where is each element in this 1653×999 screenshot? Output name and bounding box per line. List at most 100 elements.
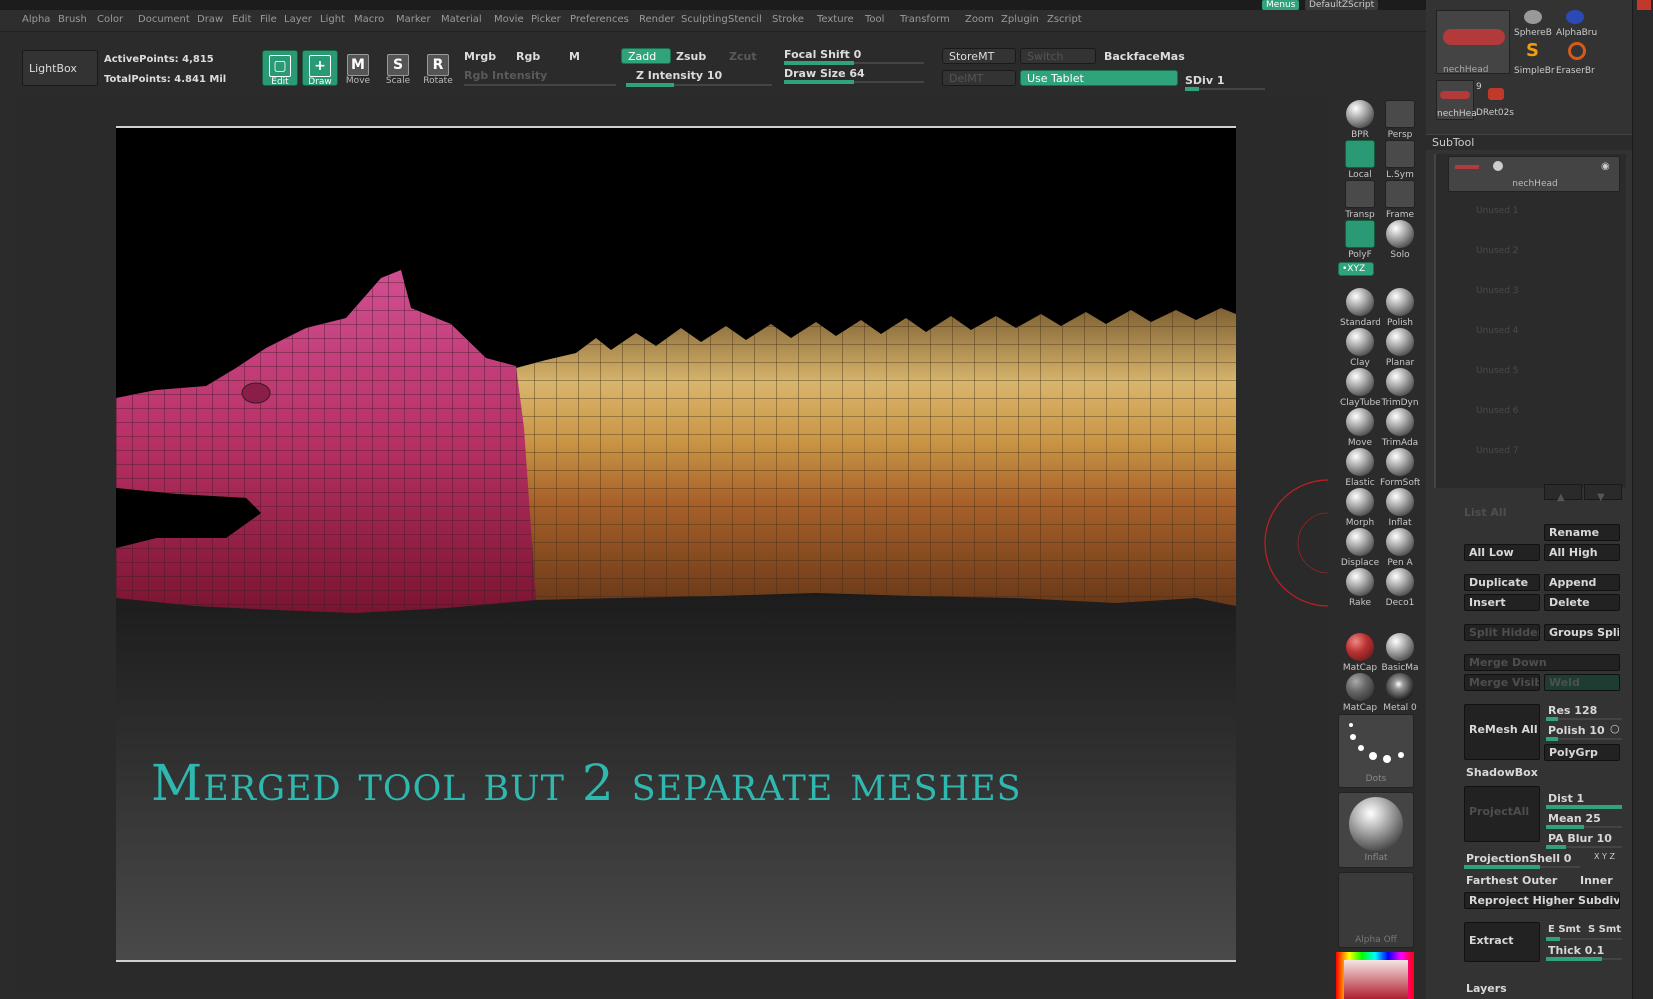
split-hidden-button[interactable]: Split Hidden — [1464, 624, 1540, 641]
brush-standard[interactable]: Standard — [1340, 288, 1380, 328]
duplicate-button[interactable]: Duplicate — [1464, 574, 1540, 591]
tool-thumbnail-eraserbrush[interactable]: EraserBr — [1556, 40, 1596, 76]
rgb-button[interactable]: Rgb — [516, 50, 540, 63]
switch-button[interactable]: Switch — [1020, 48, 1096, 64]
menu-marker[interactable]: Marker — [396, 14, 431, 25]
brush-displace[interactable]: Displace — [1340, 528, 1380, 568]
menu-stroke[interactable]: Stroke — [772, 14, 804, 25]
frame-button[interactable]: Frame — [1380, 180, 1420, 220]
menu-color[interactable]: Color — [97, 14, 123, 25]
menu-document[interactable]: Document — [138, 14, 190, 25]
mean-track[interactable] — [1546, 825, 1622, 829]
farthest-button[interactable]: Farthest — [1466, 874, 1518, 887]
brush-rake[interactable]: Rake — [1340, 568, 1380, 608]
use-tablet-toggle[interactable]: Use Tablet — [1020, 70, 1178, 86]
tool-thumbnail-simplebrush[interactable]: S SimpleBr — [1514, 40, 1555, 76]
smooth-track[interactable] — [1546, 937, 1622, 941]
shadowbox-button[interactable]: ShadowBox — [1466, 766, 1538, 779]
s-smt-slider[interactable]: S Smt — [1588, 924, 1621, 935]
dist-track[interactable] — [1546, 805, 1622, 809]
subtool-list[interactable] — [1434, 154, 1626, 488]
menu-sculpting[interactable]: Sculpting — [681, 14, 728, 25]
bpr-button[interactable]: BPR — [1340, 100, 1380, 140]
focal-shift-track[interactable] — [784, 61, 924, 65]
arrow-down-button[interactable]: ▼ — [1584, 484, 1622, 503]
menu-tool[interactable]: Tool — [865, 14, 884, 25]
menu-texture[interactable]: Texture — [817, 14, 854, 25]
menu-zplugin[interactable]: Zplugin — [1001, 14, 1039, 25]
lightbox-button[interactable]: LightBox — [22, 50, 98, 86]
brush-polish[interactable]: Polish — [1380, 288, 1420, 328]
edit-mode-button[interactable]: ▢ Edit — [262, 50, 298, 87]
brush-planar[interactable]: Planar — [1380, 328, 1420, 368]
all-high-button[interactable]: All High — [1544, 544, 1620, 561]
polyf-button[interactable]: PolyF — [1340, 220, 1380, 260]
zcut-button[interactable]: Zcut — [729, 50, 757, 63]
draw-size-slider[interactable]: Draw Size 64 — [784, 67, 865, 80]
inner-button[interactable]: Inner — [1580, 874, 1613, 887]
dist-slider[interactable]: Dist 1 — [1548, 792, 1584, 805]
tool-thumbnail-nechhead2[interactable]: nechHea — [1436, 80, 1477, 120]
persp-button[interactable]: Persp — [1380, 100, 1420, 140]
menu-material[interactable]: Material — [441, 14, 482, 25]
projection-xyz-toggle[interactable]: X Y Z — [1594, 852, 1615, 861]
menu-picker[interactable]: Picker — [531, 14, 561, 25]
backface-mask-button[interactable]: BackfaceMas — [1104, 50, 1185, 63]
brush-trimadaptive[interactable]: TrimAda — [1380, 408, 1420, 448]
tool-thumbnail-dret02s[interactable]: DRet02s — [1476, 86, 1516, 122]
mrgb-button[interactable]: Mrgb — [464, 50, 496, 63]
material-metal[interactable]: Metal 0 — [1380, 673, 1420, 713]
subtool-item-nechhead[interactable]: ◉ nechHead — [1448, 156, 1620, 192]
outer-button[interactable]: Outer — [1522, 874, 1557, 887]
pa-blur-slider[interactable]: PA Blur 10 — [1548, 832, 1612, 845]
append-button[interactable]: Append — [1544, 574, 1620, 591]
brush-deco1[interactable]: Deco1 — [1380, 568, 1420, 608]
current-brush-preview[interactable]: Inflat — [1338, 792, 1414, 868]
groups-split-button[interactable]: Groups Split — [1544, 624, 1620, 641]
polish-slider[interactable]: Polish 10 — [1548, 724, 1605, 737]
menu-zscript[interactable]: Zscript — [1047, 14, 1082, 25]
insert-button[interactable]: Insert — [1464, 594, 1540, 611]
move-mode-button[interactable]: M Move — [340, 50, 376, 86]
brush-inflat[interactable]: Inflat — [1380, 488, 1420, 528]
menu-preferences[interactable]: Preferences — [570, 14, 629, 25]
polish-toggle-icon[interactable]: ○ — [1610, 722, 1620, 735]
z-intensity-track[interactable] — [626, 83, 772, 87]
delete-button[interactable]: Delete — [1544, 594, 1620, 611]
projection-shell-track[interactable] — [1464, 865, 1580, 869]
menu-file[interactable]: File — [260, 14, 277, 25]
focal-shift-slider[interactable]: Focal Shift 0 — [784, 48, 861, 61]
alpha-selector[interactable]: Alpha Off — [1338, 872, 1414, 948]
material-matcap-red[interactable]: MatCap — [1340, 633, 1380, 673]
local-button[interactable]: Local — [1340, 140, 1380, 180]
menu-brush[interactable]: Brush — [58, 14, 87, 25]
solo-button[interactable]: Solo — [1380, 220, 1420, 260]
reproject-higher-subdiv-button[interactable]: Reproject Higher Subdiv — [1464, 892, 1620, 909]
menu-draw[interactable]: Draw — [197, 14, 223, 25]
brush-morph[interactable]: Morph — [1340, 488, 1380, 528]
tool-thumbnail-active[interactable]: nechHead — [1436, 10, 1510, 75]
mean-slider[interactable]: Mean 25 — [1548, 812, 1601, 825]
default-zscript-button[interactable]: DefaultZScript — [1305, 0, 1379, 10]
brush-pen-a[interactable]: Pen A — [1380, 528, 1420, 568]
subtool-header[interactable]: SubTool — [1426, 134, 1632, 150]
menu-zoom[interactable]: Zoom — [965, 14, 994, 25]
extract-button[interactable]: Extract — [1464, 922, 1540, 962]
pa-blur-track[interactable] — [1546, 845, 1622, 849]
m-button[interactable]: M — [569, 50, 580, 63]
thick-track[interactable] — [1546, 957, 1622, 961]
remesh-all-button[interactable]: ReMesh All — [1464, 704, 1540, 760]
brush-clay[interactable]: Clay — [1340, 328, 1380, 368]
rgb-intensity-slider[interactable]: Rgb Intensity — [464, 69, 547, 82]
projection-shell-slider[interactable]: ProjectionShell 0 — [1466, 852, 1571, 865]
draw-size-track[interactable] — [784, 80, 924, 84]
rgb-intensity-track[interactable] — [464, 84, 616, 86]
lsym-button[interactable]: L.Sym — [1380, 140, 1420, 180]
res-track[interactable] — [1546, 717, 1622, 721]
menu-stencil[interactable]: Stencil — [728, 14, 762, 25]
storemt-button[interactable]: StoreMT — [942, 48, 1016, 64]
menu-macro[interactable]: Macro — [354, 14, 384, 25]
menu-layer[interactable]: Layer — [284, 14, 312, 25]
zsub-button[interactable]: Zsub — [676, 50, 706, 63]
menu-render[interactable]: Render — [639, 14, 675, 25]
